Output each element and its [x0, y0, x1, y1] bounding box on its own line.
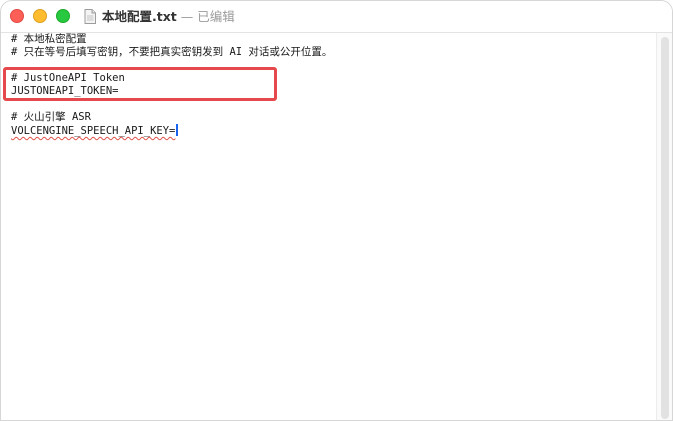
vertical-scrollbar[interactable] — [656, 33, 672, 420]
text-editor[interactable]: # 本地私密配置 # 只在等号后填写密钥，不要把真实密钥发到 AI 对话或公开位… — [1, 33, 656, 420]
close-window-button[interactable] — [10, 9, 24, 23]
highlight-annotation-box — [3, 67, 277, 101]
maximize-window-button[interactable] — [56, 9, 70, 23]
title-bar[interactable]: 本地配置.txt — 已编辑 — [1, 1, 672, 33]
text-caret — [176, 124, 178, 136]
minimize-window-button[interactable] — [33, 9, 47, 23]
text-line-asr-key: VOLCENGINE_SPEECH_API_KEY= — [11, 124, 178, 137]
scrollbar-thumb[interactable] — [661, 37, 669, 419]
text-line-comment-title: # 本地私密配置 — [11, 33, 87, 45]
textedit-window: 本地配置.txt — 已编辑 # 本地私密配置 # 只在等号后填写密钥，不要把真实密… — [0, 0, 673, 421]
document-icon[interactable] — [84, 9, 96, 24]
title-separator: — — [180, 9, 194, 24]
window-title[interactable]: 本地配置.txt — 已编辑 — [102, 8, 235, 26]
text-line-asr-comment: # 火山引擎 ASR — [11, 111, 91, 123]
file-name: 本地配置.txt — [102, 9, 177, 24]
edited-status: 已编辑 — [197, 9, 235, 24]
text-line-comment-instructions: # 只在等号后填写密钥，不要把真实密钥发到 AI 对话或公开位置。 — [11, 46, 333, 58]
misspelled-word: VOLCENGINE_SPEECH_API_KEY= — [11, 125, 176, 137]
